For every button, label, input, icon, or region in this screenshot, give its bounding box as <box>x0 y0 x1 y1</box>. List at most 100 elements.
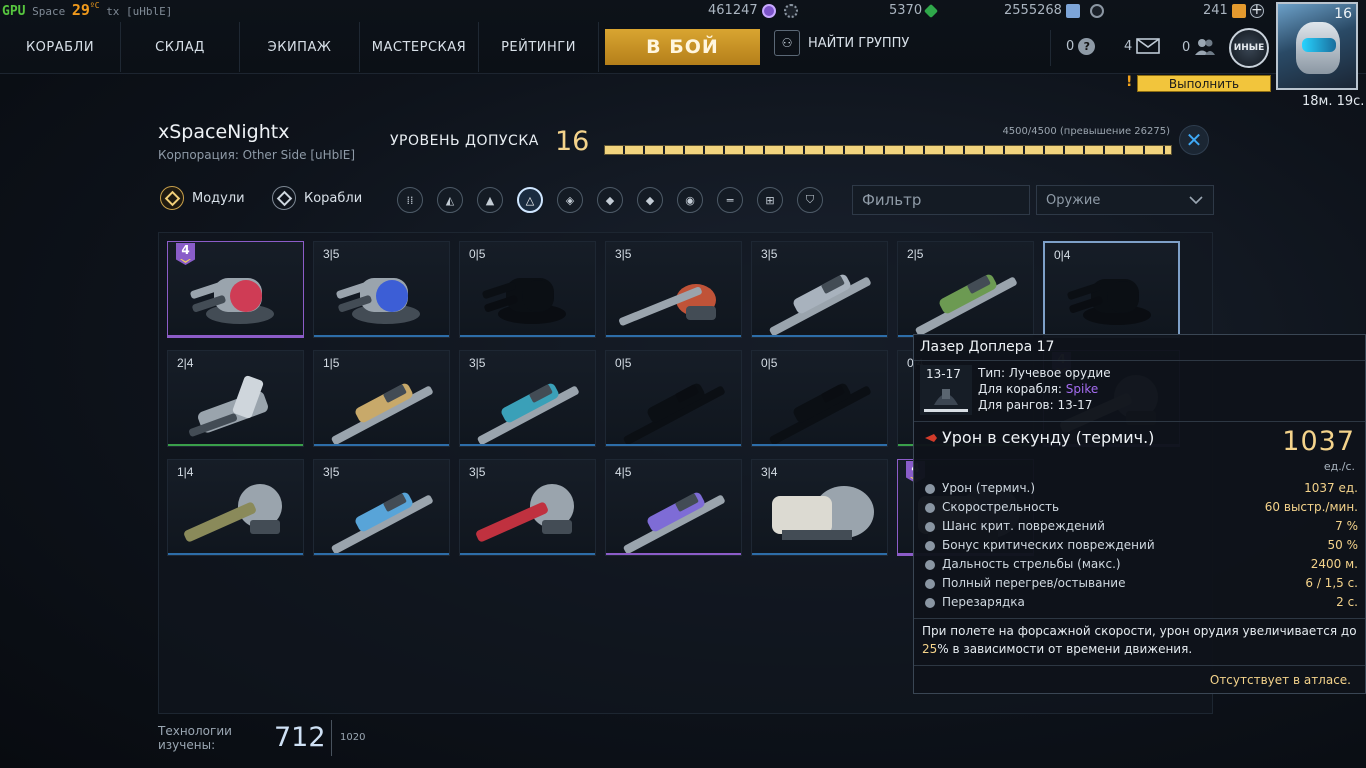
tab-ships[interactable]: Корабли <box>272 186 362 210</box>
stat-value: 7 % <box>1335 519 1358 533</box>
filter-input[interactable] <box>852 185 1030 215</box>
gs-icon <box>1065 3 1080 18</box>
rank-label: 3|5 <box>469 465 486 479</box>
dps-label: Урон в секунду (термич.) <box>942 428 1155 447</box>
module-tooltip: Лазер Доплера 17 13-17 Тип: Лучевое оруд… <box>913 334 1366 694</box>
access-progress-fill <box>605 146 1171 154</box>
fire-rate-icon <box>925 503 935 513</box>
module-card[interactable]: 0|5 <box>459 241 596 338</box>
stat-row: Шанс крит. повреждений 7 % <box>942 519 1358 533</box>
help-counter[interactable]: 0 ? <box>1066 38 1096 55</box>
nav-crew[interactable]: ЭКИПАЖ <box>240 22 360 72</box>
filter-equal-icon[interactable]: ═ <box>717 187 743 213</box>
module-card[interactable]: 2|4 <box>167 350 304 447</box>
filter-shield-icon[interactable]: ⛉ <box>797 187 823 213</box>
stat-value: 60 выстр./мин. <box>1264 500 1358 514</box>
module-card[interactable]: 3|5 <box>459 350 596 447</box>
gold-icon <box>1231 3 1246 18</box>
nav-storage[interactable]: СКЛАД <box>121 22 240 72</box>
overlay-corp-tag: tx [uHblE] <box>106 5 173 18</box>
rarity-underline <box>168 553 303 555</box>
module-card[interactable]: 4|5 <box>605 459 742 556</box>
close-button[interactable]: ✕ <box>1179 125 1209 155</box>
player-name: xSpaceNightx <box>158 121 290 143</box>
module-card[interactable]: 3|5 <box>605 241 742 338</box>
rank-label: 0|5 <box>761 356 778 370</box>
module-card[interactable]: 1|5 <box>313 350 450 447</box>
rank-label: 3|5 <box>323 465 340 479</box>
add-gold-icon[interactable]: + <box>1249 3 1264 18</box>
corporation-name: Корпорация: Other Side [uHbIE] <box>158 148 356 162</box>
rarity-underline <box>606 444 741 446</box>
player-avatar[interactable]: 16 <box>1276 2 1358 90</box>
filter-ship2-icon[interactable]: ◆ <box>597 187 623 213</box>
rank-label: 3|4 <box>761 465 778 479</box>
module-card[interactable]: 1|4 <box>167 459 304 556</box>
stat-label: Перезарядка <box>942 595 1025 609</box>
synergy-icon <box>924 3 939 18</box>
stat-value: 2 с. <box>1336 595 1358 609</box>
rarity-underline <box>752 335 887 337</box>
module-card[interactable]: 0|4 <box>1043 241 1180 338</box>
filter-interceptor-icon[interactable]: ◭ <box>437 187 463 213</box>
tech-count: 712 <box>274 722 326 753</box>
gear-icon[interactable] <box>783 3 798 18</box>
filter-ship3-icon[interactable]: ◆ <box>637 187 663 213</box>
rarity-underline <box>460 444 595 446</box>
filter-destroyer-icon[interactable]: ◈ <box>557 187 583 213</box>
module-card[interactable]: 3|5 <box>751 241 888 338</box>
gpu-temp-unit: ºC <box>89 1 100 10</box>
filter-all-icon[interactable]: ⁞⁞ <box>397 187 423 213</box>
tooltip-ship[interactable]: Spike <box>1066 382 1098 396</box>
module-card[interactable]: 4 <box>167 241 304 338</box>
tab-modules[interactable]: Модули <box>160 186 245 210</box>
nav-ratings[interactable]: РЕЙТИНГИ <box>479 22 599 72</box>
execute-task-button[interactable]: Выполнить <box>1137 75 1271 92</box>
stat-row: Урон (термич.) 1037 ед. <box>942 481 1358 495</box>
stat-row: Дальность стрельбы (макс.) 2400 м. <box>942 557 1358 571</box>
battle-button[interactable]: В БОЙ <box>605 29 760 65</box>
rarity-underline <box>606 553 741 555</box>
tech-label: Технологии изучены: <box>158 724 232 752</box>
gpu-label: GPU <box>2 4 26 19</box>
gs-counter[interactable]: 2555268 <box>1004 3 1104 18</box>
module-card[interactable]: 3|5 <box>313 241 450 338</box>
synergy-counter[interactable]: 5370 <box>889 3 939 18</box>
nav-workshop[interactable]: МАСТЕРСКАЯ <box>360 22 479 72</box>
type-select[interactable]: Оружие <box>1036 185 1214 215</box>
module-card[interactable]: 3|5 <box>459 459 596 556</box>
filter-scan-icon[interactable]: ◉ <box>677 187 703 213</box>
player-level: 16 <box>1334 6 1352 22</box>
filter-plus-icon[interactable]: ⊞ <box>757 187 783 213</box>
tooltip-description: При полете на форсажной скорости, урон о… <box>922 624 1357 656</box>
rank-label: 2|4 <box>177 356 194 370</box>
group-icon: ⚇ <box>774 30 800 56</box>
credits-counter[interactable]: 461247 <box>708 3 798 18</box>
dps-value: 1037 <box>1282 426 1355 457</box>
gold-counter[interactable]: 241 + <box>1203 3 1264 18</box>
module-card[interactable]: 3|4 <box>751 459 888 556</box>
stat-value: 2400 м. <box>1310 557 1358 571</box>
module-card[interactable]: 2|5 <box>897 241 1034 338</box>
dps-unit: ед./с. <box>1323 460 1355 473</box>
filter-frigate-icon[interactable]: △ <box>517 187 543 213</box>
corp-badge[interactable]: ИНЫЕ <box>1229 28 1269 68</box>
filter-fighter-icon[interactable]: ▲ <box>477 187 503 213</box>
nav-ships[interactable]: КОРАБЛИ <box>0 22 121 72</box>
mail-counter[interactable]: 4 <box>1124 38 1161 54</box>
stat-value: 1037 ед. <box>1304 481 1358 495</box>
find-group-button[interactable]: ⚇ НАЙТИ ГРУППУ <box>774 30 909 56</box>
module-card[interactable]: 3|5 <box>313 459 450 556</box>
friends-counter[interactable]: 0 <box>1182 38 1216 56</box>
stat-row: Скорострельность 60 выстр./мин. <box>942 500 1358 514</box>
ships-diamond-icon <box>272 186 296 210</box>
friends-icon <box>1195 39 1216 55</box>
module-card[interactable]: 0|5 <box>751 350 888 447</box>
rarity-underline <box>460 553 595 555</box>
rarity-underline <box>752 444 887 446</box>
thermal-damage-icon <box>925 434 937 442</box>
range-icon <box>925 560 935 570</box>
exchange-icon[interactable] <box>1089 3 1104 18</box>
rarity-underline <box>168 444 303 446</box>
module-card[interactable]: 0|5 <box>605 350 742 447</box>
